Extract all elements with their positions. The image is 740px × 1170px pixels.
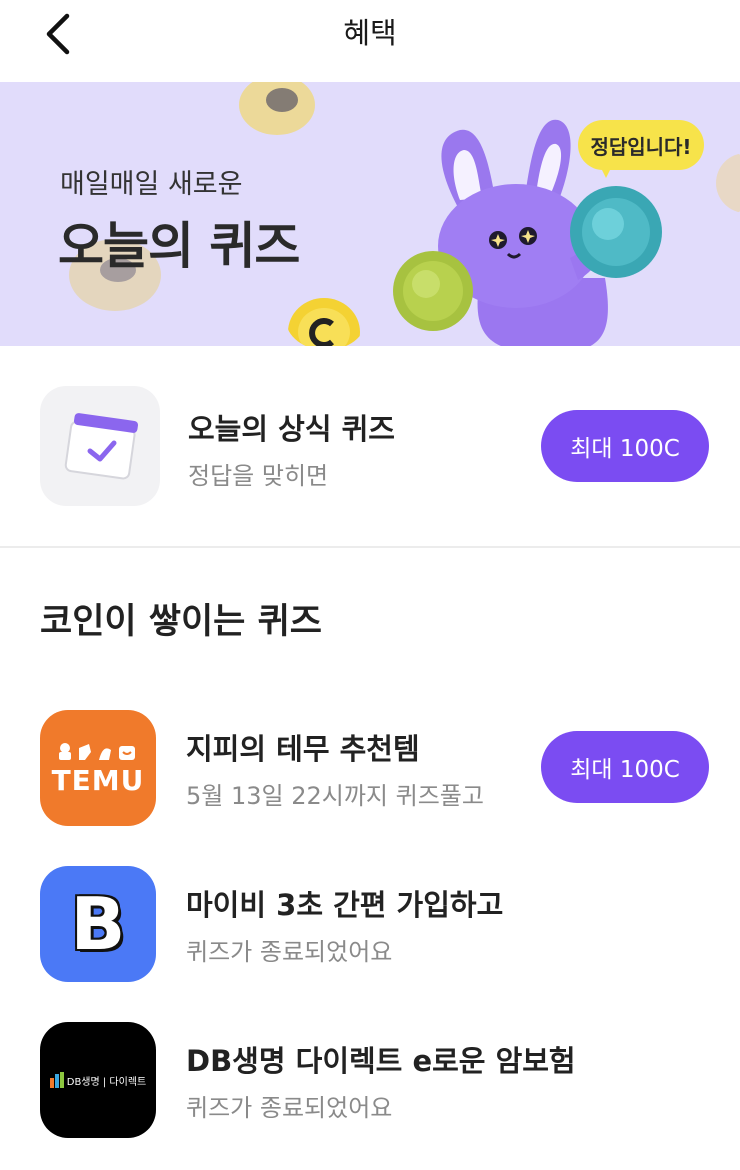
temu-logo: TEMU: [40, 710, 156, 826]
quiz-title: DB생명 다이렉트 e로운 암보험: [186, 1044, 576, 1078]
banner-subtitle: 매일매일 새로운: [60, 169, 243, 200]
today-quiz-icon: [40, 386, 160, 506]
top-bar: 혜택: [0, 0, 740, 82]
teal-pompom-icon: [570, 186, 662, 278]
today-quiz-subtitle: 정답을 맞히면: [188, 462, 329, 490]
temu-figures-icon: [58, 742, 135, 760]
today-quiz-row[interactable]: 오늘의 상식 퀴즈 정답을 맞히면 최대 100C: [0, 346, 740, 546]
mybee-logo-text: B: [70, 882, 126, 966]
quiz-subtitle: 퀴즈가 종료되었어요: [186, 1094, 393, 1122]
quiz-subtitle: 5월 13일 22시까지 퀴즈풀고: [186, 782, 484, 810]
coin-icon: [288, 298, 360, 346]
today-quiz-reward-button[interactable]: 최대 100C: [541, 410, 709, 482]
section-divider: [0, 546, 740, 548]
coin-icon: [716, 153, 740, 213]
banner-title: 오늘의 퀴즈: [58, 217, 300, 275]
page-title: 혜택: [343, 16, 397, 50]
quiz-banner[interactable]: 매일매일 새로운 오늘의 퀴즈 정답입니다!: [0, 82, 740, 346]
db-logo-text: DB생명 | 다이렉트: [66, 1076, 147, 1088]
coin-icon: [239, 82, 315, 135]
green-pompom-icon: [393, 251, 473, 331]
section-title: 코인이 쌓이는 퀴즈: [40, 602, 322, 642]
calendar-check-icon: [64, 413, 139, 480]
temu-logo-text: TEMU: [51, 763, 145, 797]
today-quiz-title: 오늘의 상식 퀴즈: [188, 412, 395, 446]
quiz-reward-button[interactable]: 최대 100C: [541, 731, 709, 803]
quiz-subtitle: 퀴즈가 종료되었어요: [186, 938, 393, 966]
db-life-logo: DB생명 | 다이렉트: [40, 1022, 156, 1138]
quiz-title: 마이비 3초 간편 가입하고: [186, 888, 504, 922]
db-mark-icon: [49, 1072, 64, 1088]
mybee-logo: B: [40, 866, 156, 982]
quiz-title: 지피의 테무 추천템: [186, 732, 420, 766]
correct-answer-bubble: 정답입니다!: [578, 120, 704, 170]
bubble-tail: [598, 162, 614, 178]
